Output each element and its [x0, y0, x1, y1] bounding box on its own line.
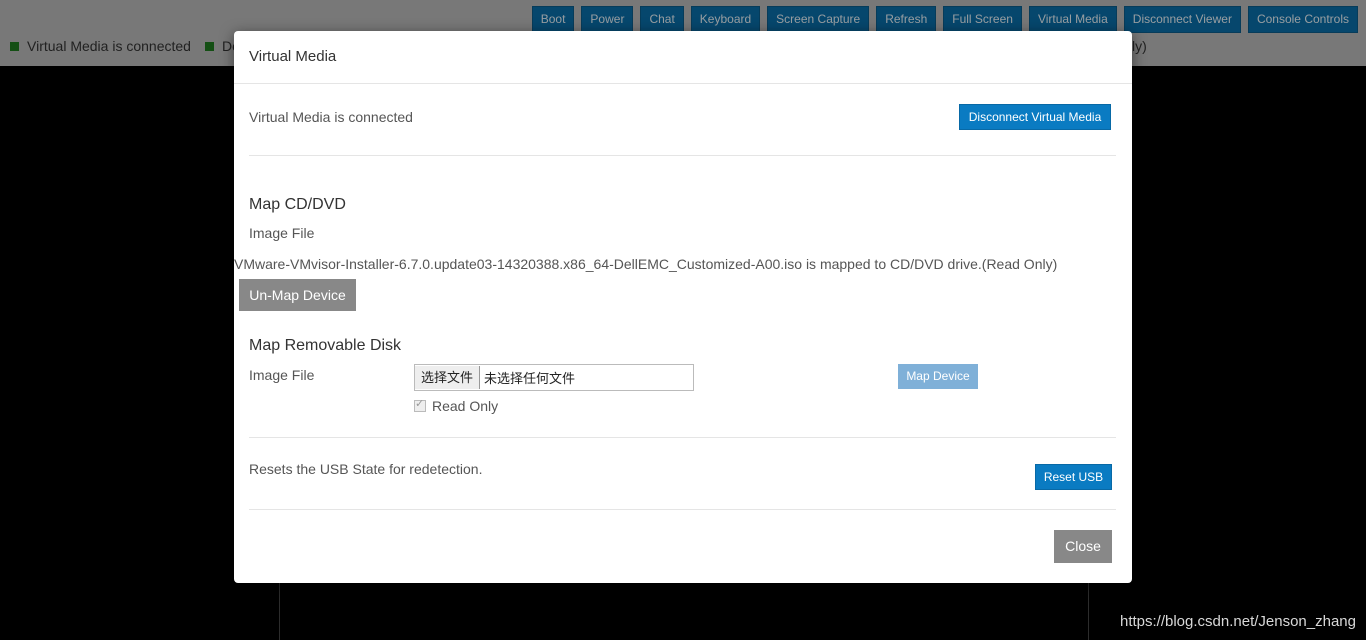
- watermark: https://blog.csdn.net/Jenson_zhang: [1119, 613, 1356, 630]
- removable-file-input[interactable]: 选择文件 未选择任何文件: [414, 364, 694, 391]
- removable-image-file-label: Image File: [249, 367, 315, 383]
- map-device-button[interactable]: Map Device: [898, 364, 978, 389]
- reset-usb-button[interactable]: Reset USB: [1035, 464, 1112, 490]
- cd-mapped-status: VMware-VMvisor-Installer-6.7.0.update03-…: [234, 256, 1058, 272]
- dialog-title: Virtual Media: [249, 48, 337, 65]
- disconnect-virtual-media-button[interactable]: Disconnect Virtual Media: [959, 104, 1111, 130]
- page: Boot Power Chat Keyboard Screen Capture …: [0, 0, 1366, 640]
- read-only-checkbox[interactable]: [414, 397, 426, 412]
- virtual-media-dialog: Virtual Media Virtual Media is connected…: [234, 31, 1132, 583]
- usb-section: Resets the USB State for redetection. Re…: [249, 437, 1116, 510]
- no-file-chosen-text: 未选择任何文件: [484, 371, 576, 386]
- map-cd-dvd-heading: Map CD/DVD: [249, 196, 346, 213]
- dialog-header: Virtual Media: [234, 31, 1132, 84]
- map-removable-disk-heading: Map Removable Disk: [249, 337, 402, 354]
- connection-status-text: Virtual Media is connected: [249, 109, 413, 125]
- read-only-label: Read Only: [432, 398, 499, 414]
- usb-reset-description: Resets the USB State for redetection.: [249, 461, 483, 477]
- read-only-option: Read Only: [414, 397, 499, 414]
- choose-file-button[interactable]: 选择文件: [415, 366, 481, 389]
- close-button[interactable]: Close: [1054, 530, 1112, 563]
- connection-section: Virtual Media is connected Disconnect Vi…: [249, 84, 1116, 156]
- cd-image-file-label: Image File: [249, 225, 315, 241]
- unmap-device-button[interactable]: Un-Map Device: [239, 279, 356, 311]
